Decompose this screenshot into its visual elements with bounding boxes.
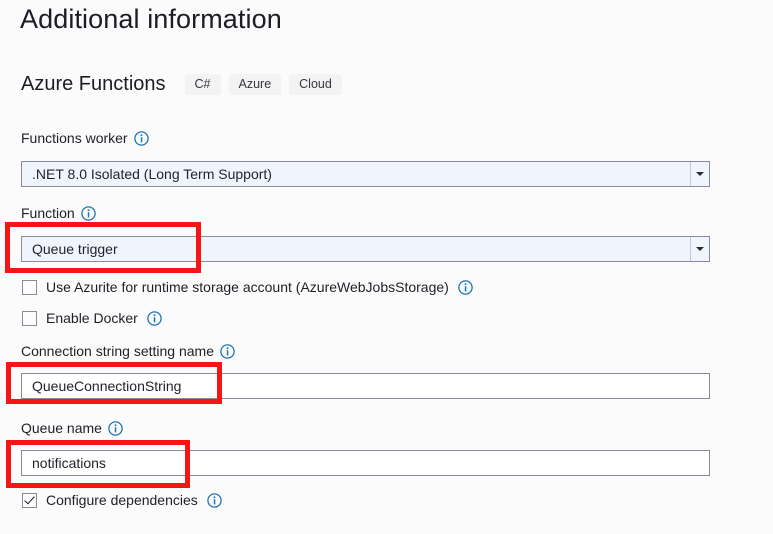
tag-cloud: Cloud [289,73,342,96]
function-label-text: Function [21,205,75,221]
info-icon[interactable] [108,420,123,436]
queue-name-value: notifications [32,455,106,471]
function-combobox[interactable]: Queue trigger [21,236,710,262]
enable-docker-label: Enable Docker [46,310,138,326]
info-icon[interactable] [133,130,149,146]
connection-string-label: Connection string setting name [21,343,235,359]
use-azurite-checkbox[interactable] [22,279,37,295]
info-icon[interactable] [207,492,222,508]
chevron-down-icon[interactable] [690,237,709,261]
tag-csharp: C# [184,73,221,96]
chevron-down-icon[interactable] [690,162,709,186]
info-icon[interactable] [80,205,96,221]
configure-dependencies-checkbox[interactable] [22,492,37,508]
function-value: Queue trigger [32,241,118,257]
use-azurite-checkbox-row[interactable]: Use Azurite for runtime storage account … [22,279,473,295]
tag-list: C# Azure Cloud [184,73,342,96]
configure-dependencies-checkbox-row[interactable]: Configure dependencies [22,492,222,508]
functions-worker-value: .NET 8.0 Isolated (Long Term Support) [32,166,272,182]
queue-name-input[interactable]: notifications [21,450,710,476]
enable-docker-checkbox-row[interactable]: Enable Docker [22,310,162,326]
connection-string-input[interactable]: QueueConnectionString [21,373,710,399]
configure-dependencies-label: Configure dependencies [46,492,198,508]
functions-worker-combobox[interactable]: .NET 8.0 Isolated (Long Term Support) [21,161,710,187]
additional-information-page: Additional information Azure Functions C… [0,0,773,534]
queue-name-label: Queue name [21,420,123,436]
functions-worker-label: Functions worker [21,130,149,146]
functions-worker-label-text: Functions worker [21,130,128,146]
queue-name-label-text: Queue name [21,420,102,436]
use-azurite-label: Use Azurite for runtime storage account … [46,279,449,295]
section-header: Azure Functions C# Azure Cloud [21,73,342,96]
connection-string-label-text: Connection string setting name [21,343,214,359]
enable-docker-checkbox[interactable] [22,310,37,326]
info-icon[interactable] [458,279,473,295]
tag-azure: Azure [228,73,282,96]
function-label: Function [21,205,96,221]
info-icon[interactable] [147,310,162,326]
page-title: Additional information [20,4,282,34]
info-icon[interactable] [220,343,235,359]
section-title: Azure Functions [21,73,166,95]
connection-string-value: QueueConnectionString [32,378,182,394]
